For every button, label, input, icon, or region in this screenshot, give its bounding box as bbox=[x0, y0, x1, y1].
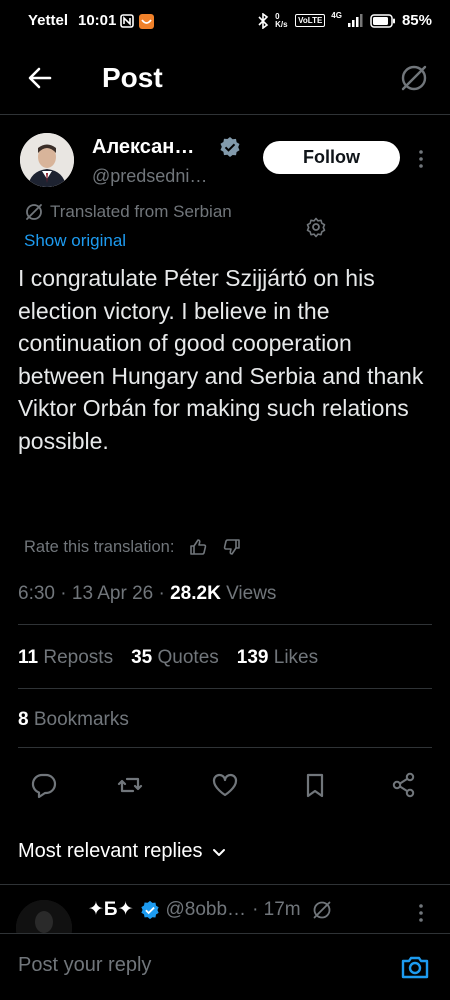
reply-input[interactable] bbox=[18, 954, 348, 977]
network-type: 4G bbox=[331, 11, 342, 20]
translated-from-label: Translated from Serbian bbox=[50, 202, 232, 221]
action-bar bbox=[0, 765, 450, 805]
views-count: 28.2K bbox=[170, 583, 221, 604]
bookmark-icon[interactable] bbox=[295, 765, 335, 805]
app-notification-icon bbox=[139, 14, 154, 29]
likes-stat[interactable]: 139 Likes bbox=[237, 647, 318, 669]
bookmarks-stat: 8 Bookmarks bbox=[18, 709, 129, 731]
bluetooth-icon bbox=[258, 12, 269, 29]
repost-icon[interactable] bbox=[110, 765, 150, 805]
post-text: I congratulate Péter Szijjártó on his el… bbox=[18, 265, 424, 454]
translate-icon[interactable] bbox=[398, 62, 430, 94]
show-original-link[interactable]: Show original bbox=[24, 231, 126, 251]
follow-button[interactable]: Follow bbox=[263, 141, 400, 174]
likes-label: Likes bbox=[273, 647, 319, 668]
battery-icon bbox=[370, 13, 395, 28]
views-label: Views bbox=[226, 583, 277, 604]
reply-author-name[interactable]: ✦Б✦ bbox=[88, 898, 134, 921]
post-date: 13 Apr 26 bbox=[71, 583, 154, 604]
chevron-down-icon bbox=[212, 848, 225, 856]
verified-badge-icon bbox=[140, 900, 159, 919]
thumbs-up-icon[interactable] bbox=[188, 537, 208, 557]
reply-handle[interactable]: @8obb… bbox=[166, 899, 247, 921]
author-name[interactable]: Алексан… bbox=[92, 136, 194, 159]
replies-sort-label: Most relevant replies bbox=[18, 840, 203, 862]
carrier-label: Yettel bbox=[28, 12, 69, 29]
like-icon[interactable] bbox=[205, 765, 245, 805]
status-right: 0 K/s VoLTE 4G 85% bbox=[257, 11, 432, 29]
quotes-stat[interactable]: 35 Quotes bbox=[131, 647, 219, 669]
translate-icon[interactable] bbox=[311, 899, 333, 921]
reposts-label: Reposts bbox=[43, 647, 114, 668]
reposts-stat[interactable]: 11 Reposts bbox=[18, 647, 113, 669]
rate-translation-label: Rate this translation: bbox=[24, 537, 175, 556]
translate-small-icon bbox=[26, 204, 42, 220]
rate-translation-row: Rate this translation: bbox=[24, 537, 242, 557]
notification-icons bbox=[120, 14, 154, 29]
reply-age: · 17m bbox=[252, 898, 301, 920]
battery-percent: 85% bbox=[401, 12, 432, 29]
gear-icon[interactable] bbox=[305, 216, 327, 238]
speed-indicator: 0 K/s bbox=[275, 11, 288, 29]
volte-badge: VoLTE bbox=[295, 14, 326, 27]
post-meta: 6:30 · 13 Apr 26 · 28.2K Views bbox=[18, 583, 277, 604]
header-divider bbox=[0, 114, 450, 115]
status-clock: 10:01 bbox=[78, 12, 117, 29]
replies-sort-dropdown[interactable]: Most relevant replies bbox=[18, 840, 227, 863]
thumbs-down-icon[interactable] bbox=[222, 537, 242, 557]
reply-header: ✦Б✦ @8obb… · 17m bbox=[88, 898, 333, 921]
more-vertical-icon[interactable] bbox=[414, 148, 428, 170]
page-title: Post bbox=[102, 62, 163, 93]
back-arrow-icon[interactable] bbox=[24, 62, 56, 94]
verified-badge-icon bbox=[219, 136, 241, 158]
likes-count: 139 bbox=[236, 647, 269, 668]
replies-divider bbox=[0, 884, 450, 885]
meta-divider bbox=[18, 624, 432, 625]
post-time: 6:30 bbox=[18, 583, 55, 604]
bookmarks-count: 8 bbox=[18, 709, 29, 730]
stats-divider bbox=[18, 688, 432, 689]
quotes-label: Quotes bbox=[157, 647, 219, 668]
engagement-stats: 11 Reposts 35 Quotes 139 Likes bbox=[18, 647, 318, 669]
nfc-icon bbox=[120, 14, 134, 28]
more-vertical-icon[interactable] bbox=[414, 902, 428, 924]
bookmarks-divider bbox=[18, 747, 432, 748]
reply-composer bbox=[0, 933, 450, 1000]
signal-icon bbox=[347, 14, 363, 27]
status-bar: Yettel 10:01 0 K/s VoLTE 4G 85% bbox=[0, 0, 450, 44]
translated-notice: Translated from Serbian bbox=[24, 202, 232, 222]
camera-icon[interactable] bbox=[399, 951, 431, 983]
author-handle[interactable]: @predsedni… bbox=[92, 166, 207, 187]
bookmarks-label: Bookmarks bbox=[33, 709, 129, 730]
reply-icon[interactable] bbox=[24, 765, 64, 805]
share-icon[interactable] bbox=[384, 765, 424, 805]
avatar[interactable] bbox=[20, 133, 74, 187]
reposts-count: 11 bbox=[18, 647, 39, 668]
quotes-count: 35 bbox=[131, 647, 153, 668]
